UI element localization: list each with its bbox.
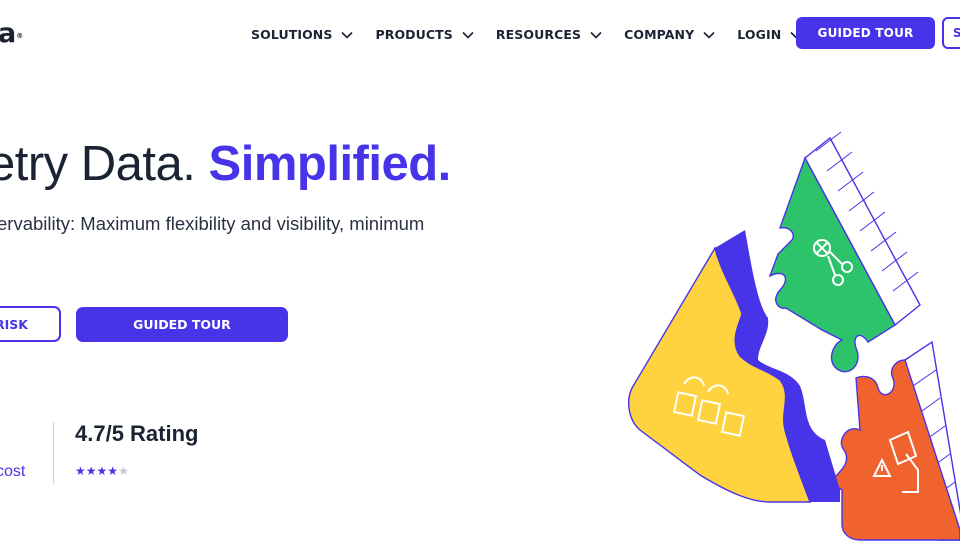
nav-item-resources[interactable]: RESOURCES [496, 27, 602, 42]
rating-text: 4.7/5 Rating [75, 421, 199, 446]
nav-label: SOLUTIONS [251, 27, 333, 42]
hero-title-accent: Simplified. [208, 137, 452, 191]
hero-title: etry Data. Simplified. [0, 136, 451, 192]
nav-item-solutions[interactable]: SOLUTIONS [251, 27, 354, 42]
cost-link[interactable]: cost [0, 463, 25, 481]
guided-tour-button-nav[interactable]: GUIDED TOUR [796, 17, 935, 49]
chevron-down-icon [462, 31, 474, 39]
nav-label: RESOURCES [495, 27, 582, 42]
logo[interactable]: a® [0, 18, 23, 49]
star-half-icon: ★ [118, 464, 129, 478]
star-icon: ★ [96, 464, 108, 478]
star-icon: ★ [107, 464, 119, 478]
nav-label: PRODUCTS [375, 27, 453, 42]
registered-mark: ® [16, 32, 23, 40]
chevron-down-icon [341, 31, 354, 39]
page: a® SOLUTIONS PRODUCTS RESOURCES COMPANY … [0, 0, 960, 545]
nav-item-products[interactable]: PRODUCTS [375, 27, 474, 42]
logo-text: a [0, 18, 16, 49]
puzzle-illustration [628, 131, 960, 541]
hero-subtitle: ervability: Maximum flexibility and visi… [0, 213, 425, 234]
rating-stars: ★ ★ ★ ★ ★ [75, 465, 129, 477]
nav-item-company[interactable]: COMPANY [624, 27, 715, 42]
main-nav: SOLUTIONS PRODUCTS RESOURCES COMPANY LOG… [251, 27, 824, 42]
chevron-down-icon [703, 31, 715, 39]
hero-title-plain: etry Data. [0, 137, 209, 191]
secondary-nav-button[interactable]: S [942, 17, 960, 49]
nav-label: COMPANY [624, 27, 695, 42]
nav-item-login[interactable]: LOGIN [737, 27, 802, 42]
stat-divider [53, 422, 54, 484]
star-icon: ★ [75, 464, 86, 478]
guided-tour-button[interactable]: GUIDED TOUR [76, 307, 288, 342]
star-icon: ★ [85, 464, 97, 478]
nav-label: LOGIN [737, 27, 782, 42]
chevron-down-icon [590, 31, 602, 39]
risk-button[interactable]: RISK [0, 306, 61, 342]
